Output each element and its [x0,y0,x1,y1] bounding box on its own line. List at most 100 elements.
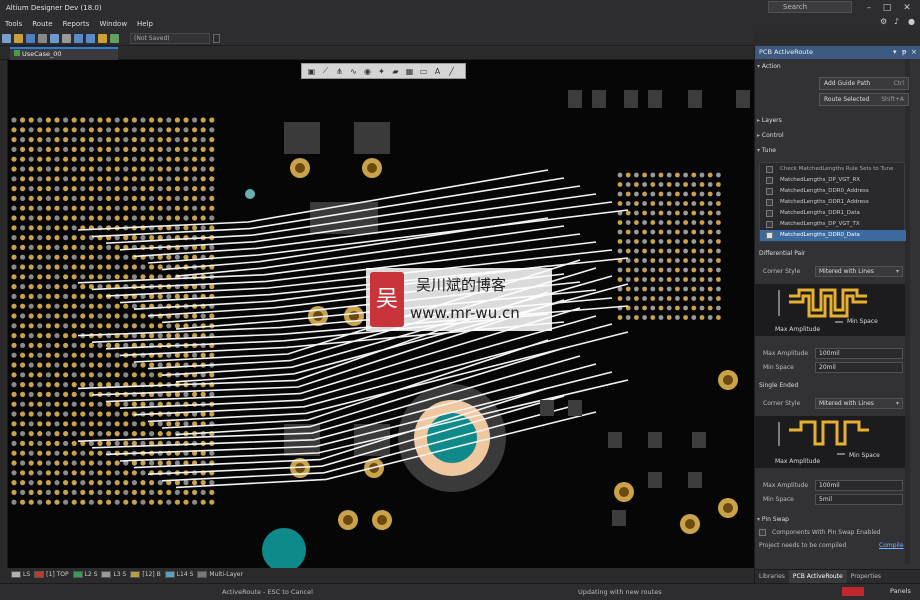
list-item[interactable]: MatchedLengths_DDR1_Address [760,197,906,208]
line-icon[interactable]: ╱ [446,67,457,76]
bga-pad [166,431,172,437]
section-tune[interactable]: Tune [757,147,776,154]
checkbox[interactable] [759,529,766,536]
checkbox[interactable] [766,199,773,206]
se-max-amp-field[interactable]: 100mil [815,480,903,491]
pin-icon[interactable]: ▾ [893,46,897,59]
dp-max-amp-field[interactable]: 100mil [815,348,903,359]
se-corner-style-select[interactable]: Mitered with Lines [815,398,903,409]
region-icon[interactable]: ▰ [390,67,401,76]
dp-corner-style-select[interactable]: Mitered with Lines [815,266,903,277]
chevron-down-icon[interactable] [213,33,220,43]
bga-pad [54,411,60,417]
layer-tab[interactable]: [12] B [130,571,161,578]
bga-pad [157,421,163,427]
close-icon[interactable]: × [911,46,917,59]
pcb-canvas[interactable]: ▣ ⟋ ⋔ ∿ ◉ ✦ ▰ ▦ ▭ A ╱ 吴 吴川斌的博客 www.mr-wu… [8,60,754,568]
layer-tab[interactable]: LS [11,571,30,578]
via-icon[interactable]: ◉ [362,67,373,76]
bga-pad [106,323,112,329]
se-min-space-field[interactable]: 5mil [815,494,903,505]
checkbox[interactable] [766,188,773,195]
minimize-icon[interactable]: – [862,2,876,14]
diff-pair-icon[interactable]: ⋔ [334,67,345,76]
tune-icon[interactable]: ∿ [348,67,359,76]
checkbox[interactable] [766,210,773,217]
search-input[interactable]: Search [768,1,852,13]
checkbox[interactable] [766,221,773,228]
open-icon[interactable] [14,33,23,43]
pin-swap-checkbox[interactable]: Components With Pin Swap Enabled [759,529,881,536]
checkbox[interactable] [766,177,773,184]
route-icon[interactable]: ⟋ [320,66,331,76]
dock-icon[interactable]: ᵽ [902,46,907,59]
compile-icon[interactable] [110,33,119,43]
layer-tab[interactable]: L3 S [101,571,126,578]
text-icon[interactable]: A [432,67,443,76]
bga-pad [658,182,664,187]
section-action[interactable]: Action [757,63,781,70]
list-item[interactable]: MatchedLengths_DDR1_Data [760,208,906,219]
bga-pad [106,440,112,446]
filter-icon[interactable] [62,33,71,43]
bell-icon[interactable]: ♪ [894,17,902,26]
layer-tab[interactable]: L14 S [164,571,193,578]
menu-route[interactable]: Route [27,20,57,28]
zoom-icon[interactable] [50,33,59,43]
bga-pad [192,127,198,133]
tab-properties[interactable]: Properties [847,570,885,583]
tab-document[interactable]: UseCase_00 TuneRules.PcbDoc [10,47,118,69]
tab-pcb-activeroute[interactable]: PCB ActiveRoute [788,570,847,583]
bga-pad [114,176,120,182]
bga-pad [174,205,180,211]
new-icon[interactable] [2,33,11,43]
gear-icon[interactable]: ⚙ [880,17,888,26]
redo-icon[interactable] [86,33,95,43]
bga-pad [97,166,103,172]
folder-icon[interactable] [98,33,107,43]
undo-icon[interactable] [74,33,83,43]
list-item[interactable]: MatchedLengths_DP_VGT_RX [760,175,906,186]
section-layers[interactable]: Layers [757,117,782,124]
layer-tab[interactable]: Multi-Layer [197,571,243,578]
checkbox-checked[interactable] [766,232,773,239]
menu-reports[interactable]: Reports [58,20,95,28]
bga-pad [617,315,623,320]
menu-window[interactable]: Window [94,20,132,28]
layer-icon[interactable]: ▦ [404,67,415,76]
list-item-selected[interactable]: MatchedLengths_DDR0_Data [760,230,906,241]
user-icon[interactable]: ● [908,17,916,26]
compile-link[interactable]: Compile [879,542,904,549]
save-icon[interactable] [26,33,35,43]
bga-pad [11,323,17,329]
bulb-icon[interactable]: ✦ [376,67,387,76]
bga-pad [45,460,52,466]
rect-icon[interactable]: ▭ [418,67,429,76]
maximize-icon[interactable]: □ [880,2,894,14]
checkbox[interactable] [766,166,773,173]
menu-help[interactable]: Help [132,20,158,28]
list-item[interactable]: MatchedLengths_DP_VGT_TX [760,219,906,230]
print-icon[interactable] [38,33,47,43]
layer-tab[interactable]: [1] TOP [34,571,69,578]
layer-tab[interactable]: L2 S [72,571,97,578]
tune-list-header[interactable]: Check MatchedLengths Rule Sets to Tune [760,164,906,175]
bga-pad [666,220,672,225]
panels-button[interactable]: Panels [890,587,911,595]
select-filter-icon[interactable]: ▣ [306,67,317,76]
bga-pad [88,303,94,309]
route-selected-button[interactable]: Route Selected Shift+A [819,93,909,106]
close-icon[interactable]: ✕ [900,2,914,14]
list-item[interactable]: MatchedLengths_DDR0_Address [760,186,906,197]
tab-libraries[interactable]: Libraries [755,570,789,583]
variant-select[interactable]: (Not Saved) [130,32,210,44]
bga-pad [123,480,129,486]
bga-pad [666,210,672,216]
dp-min-space-field[interactable]: 20mil [815,362,903,373]
add-guide-path-button[interactable]: Add Guide Path Ctrl [819,77,909,90]
menu-tools[interactable]: Tools [0,20,27,28]
panel-scrollbar[interactable] [905,59,910,564]
section-pin-swap[interactable]: Pin Swap [757,516,789,523]
section-control[interactable]: Control [757,132,784,139]
bga-pad [123,146,129,152]
